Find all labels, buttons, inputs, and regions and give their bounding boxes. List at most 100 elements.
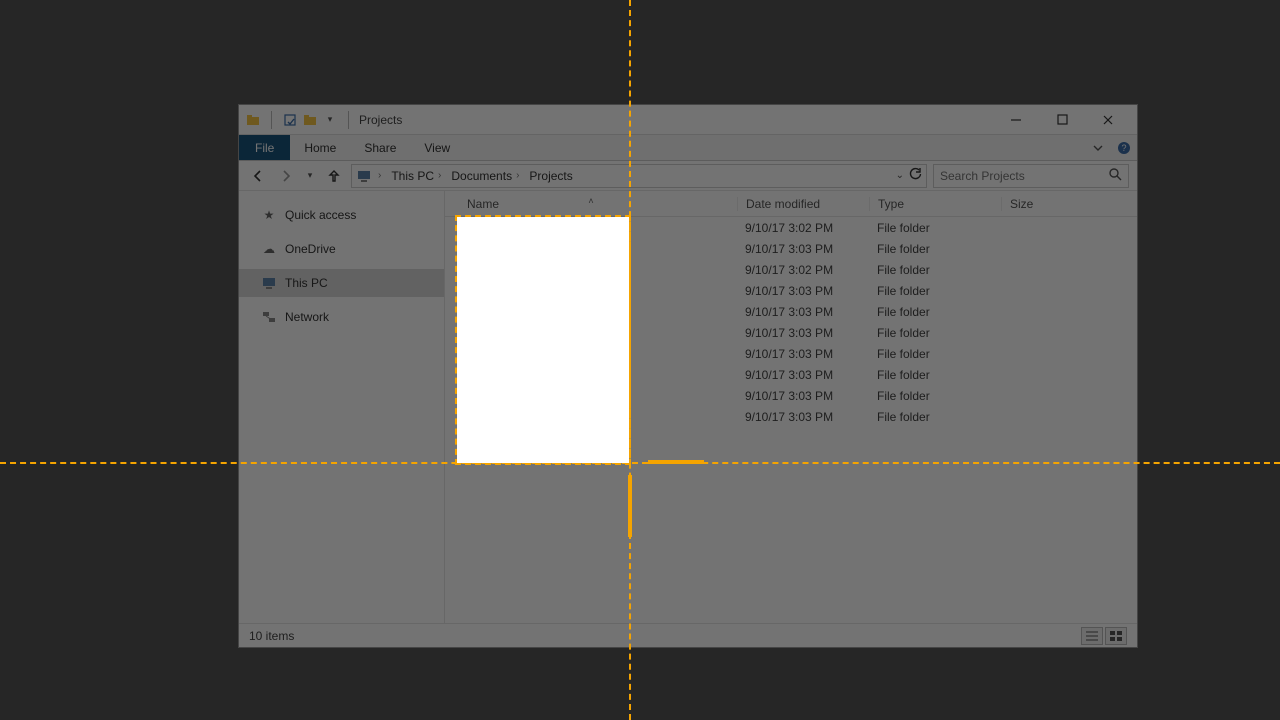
file-name: Q4 Lawrence 3557 xyxy=(489,389,590,403)
sidebar-item-label: OneDrive xyxy=(285,242,336,256)
pc-icon xyxy=(356,168,372,184)
qat-properties-icon[interactable] xyxy=(282,112,298,128)
cell-name[interactable]: Q2 Lockwood 7914 xyxy=(445,305,737,319)
qat-dropdown-icon[interactable]: ▾ xyxy=(322,112,338,128)
minimize-button[interactable] xyxy=(993,105,1039,135)
address-dropdown-icon[interactable]: ⌄ xyxy=(896,170,904,181)
refresh-icon[interactable] xyxy=(908,167,922,184)
cell-date: 9/10/17 3:03 PM xyxy=(737,242,869,256)
view-details-button[interactable] xyxy=(1081,627,1103,645)
breadcrumb-bar[interactable]: › This PC› Documents› Projects ⌄ xyxy=(351,164,927,188)
view-icons-button[interactable] xyxy=(1105,627,1127,645)
table-row[interactable]: Q2 Kertz 4644 9/10/17 3:03 PMFile folder xyxy=(445,280,1137,301)
search-box[interactable] xyxy=(933,164,1129,188)
nav-back-button[interactable] xyxy=(247,165,269,187)
col-name[interactable]: ˄ Name xyxy=(445,197,737,211)
cell-type: File folder xyxy=(869,242,1001,256)
cell-date: 9/10/17 3:03 PM xyxy=(737,305,869,319)
table-row[interactable]: Q1 Doe 0881 9/10/17 3:02 PMFile folder xyxy=(445,217,1137,238)
file-name: Q2 Sanchez 8986 xyxy=(489,326,585,340)
folder-icon xyxy=(467,306,481,318)
crumb-root-chevron[interactable]: › xyxy=(374,170,385,181)
folder-icon xyxy=(467,369,481,381)
sidebar-item-onedrive[interactable]: ☁ OneDrive xyxy=(239,235,444,263)
file-rows: Q1 Doe 08819/10/17 3:02 PMFile folderQ1 … xyxy=(445,217,1137,623)
column-headers: ˄ Name Date modified Type Size xyxy=(445,191,1137,217)
table-row[interactable]: Q3 Thomas 00129/10/17 3:03 PMFile folder xyxy=(445,343,1137,364)
folder-icon xyxy=(467,348,481,360)
folder-icon xyxy=(467,222,481,234)
sidebar-item-label: Quick access xyxy=(285,208,356,222)
cell-name[interactable]: Q4 Vincent 4778 xyxy=(445,410,737,424)
sidebar: ★ Quick access ☁ OneDrive This PC Netwo xyxy=(239,191,445,623)
cell-date: 9/10/17 3:02 PM xyxy=(737,221,869,235)
sidebar-item-quickaccess[interactable]: ★ Quick access xyxy=(239,201,444,229)
network-icon xyxy=(261,309,277,325)
cell-type: File folder xyxy=(869,410,1001,424)
nav-recent-dropdown[interactable]: ▾ xyxy=(303,165,317,187)
file-name: Q1 Smith 0791 xyxy=(489,263,569,277)
close-button[interactable] xyxy=(1085,105,1131,135)
cell-date: 9/10/17 3:03 PM xyxy=(737,284,869,298)
col-size[interactable]: Size xyxy=(1001,197,1101,211)
window-title: Projects xyxy=(359,113,402,127)
cell-name[interactable]: Q4 Lawrence 3557 xyxy=(445,389,737,403)
table-row[interactable]: Q4 Vincent 47789/10/17 3:03 PMFile folde… xyxy=(445,406,1137,427)
file-name: Q2 Kertz 4644 xyxy=(489,284,566,298)
crumb-thispc[interactable]: This PC› xyxy=(387,169,445,183)
cell-name[interactable]: Q1 Doe 0881 xyxy=(445,221,737,235)
status-text: 10 items xyxy=(249,629,294,643)
table-row[interactable]: Q1 Person 33139/10/17 3:03 PMFile folder xyxy=(445,238,1137,259)
ribbon-tab-home[interactable]: Home xyxy=(290,135,350,160)
app-icon xyxy=(245,112,261,128)
table-row[interactable]: Q2 Lockwood 79149/10/17 3:03 PMFile fold… xyxy=(445,301,1137,322)
list-pane: ˄ Name Date modified Type Size Q1 Doe 08… xyxy=(445,191,1137,623)
table-row[interactable]: Q1 Smith 07919/10/17 3:02 PMFile folder xyxy=(445,259,1137,280)
crumb-documents[interactable]: Documents› xyxy=(447,169,523,183)
ribbon-tab-view[interactable]: View xyxy=(410,135,464,160)
table-row[interactable]: Q2 Sanchez 89869/10/17 3:03 PMFile folde… xyxy=(445,322,1137,343)
cell-type: File folder xyxy=(869,389,1001,403)
file-name: Q4 Ballard 6756 xyxy=(489,368,576,382)
col-date[interactable]: Date modified xyxy=(737,197,869,211)
cell-type: File folder xyxy=(869,263,1001,277)
folder-icon xyxy=(467,243,481,255)
ribbon: File Home Share View ? xyxy=(239,135,1137,161)
nav-forward-button[interactable] xyxy=(275,165,297,187)
folder-icon xyxy=(467,327,481,339)
maximize-button[interactable] xyxy=(1039,105,1085,135)
cell-date: 9/10/17 3:03 PM xyxy=(737,347,869,361)
cell-name[interactable]: Q1 Person 3313 xyxy=(445,242,737,256)
ribbon-tab-share[interactable]: Share xyxy=(350,135,410,160)
cell-name[interactable]: Q3 Thomas 0012 xyxy=(445,347,737,361)
folder-icon xyxy=(467,285,481,297)
cell-name[interactable]: Q2 Sanchez 8986 xyxy=(445,326,737,340)
help-icon[interactable]: ? xyxy=(1111,135,1137,160)
cell-type: File folder xyxy=(869,221,1001,235)
folder-icon xyxy=(467,390,481,402)
cell-date: 9/10/17 3:03 PM xyxy=(737,410,869,424)
cell-type: File folder xyxy=(869,284,1001,298)
status-bar: 10 items xyxy=(239,623,1137,647)
nav-up-button[interactable] xyxy=(323,165,345,187)
qat-newfolder-icon[interactable] xyxy=(302,112,318,128)
crumb-projects[interactable]: Projects xyxy=(525,169,576,183)
cell-name[interactable]: Q1 Smith 0791 xyxy=(445,263,737,277)
file-name: Q1 Doe 0881 xyxy=(489,221,560,235)
table-row[interactable]: Q4 Lawrence 35579/10/17 3:03 PMFile fold… xyxy=(445,385,1137,406)
sidebar-item-network[interactable]: Network xyxy=(239,303,444,331)
cell-name[interactable]: Q2 Kertz 4644 xyxy=(445,284,737,298)
titlebar: ▾ Projects xyxy=(239,105,1137,135)
search-input[interactable] xyxy=(940,169,1108,183)
sidebar-item-thispc[interactable]: This PC xyxy=(239,269,444,297)
cell-type: File folder xyxy=(869,305,1001,319)
search-icon[interactable] xyxy=(1108,167,1122,184)
col-type[interactable]: Type xyxy=(869,197,1001,211)
ribbon-tab-file[interactable]: File xyxy=(239,135,290,160)
cloud-icon: ☁ xyxy=(261,241,277,257)
cell-date: 9/10/17 3:03 PM xyxy=(737,368,869,382)
table-row[interactable]: Q4 Ballard 67569/10/17 3:03 PMFile folde… xyxy=(445,364,1137,385)
ribbon-collapse-icon[interactable] xyxy=(1085,135,1111,160)
sidebar-item-label: Network xyxy=(285,310,329,324)
cell-name[interactable]: Q4 Ballard 6756 xyxy=(445,368,737,382)
